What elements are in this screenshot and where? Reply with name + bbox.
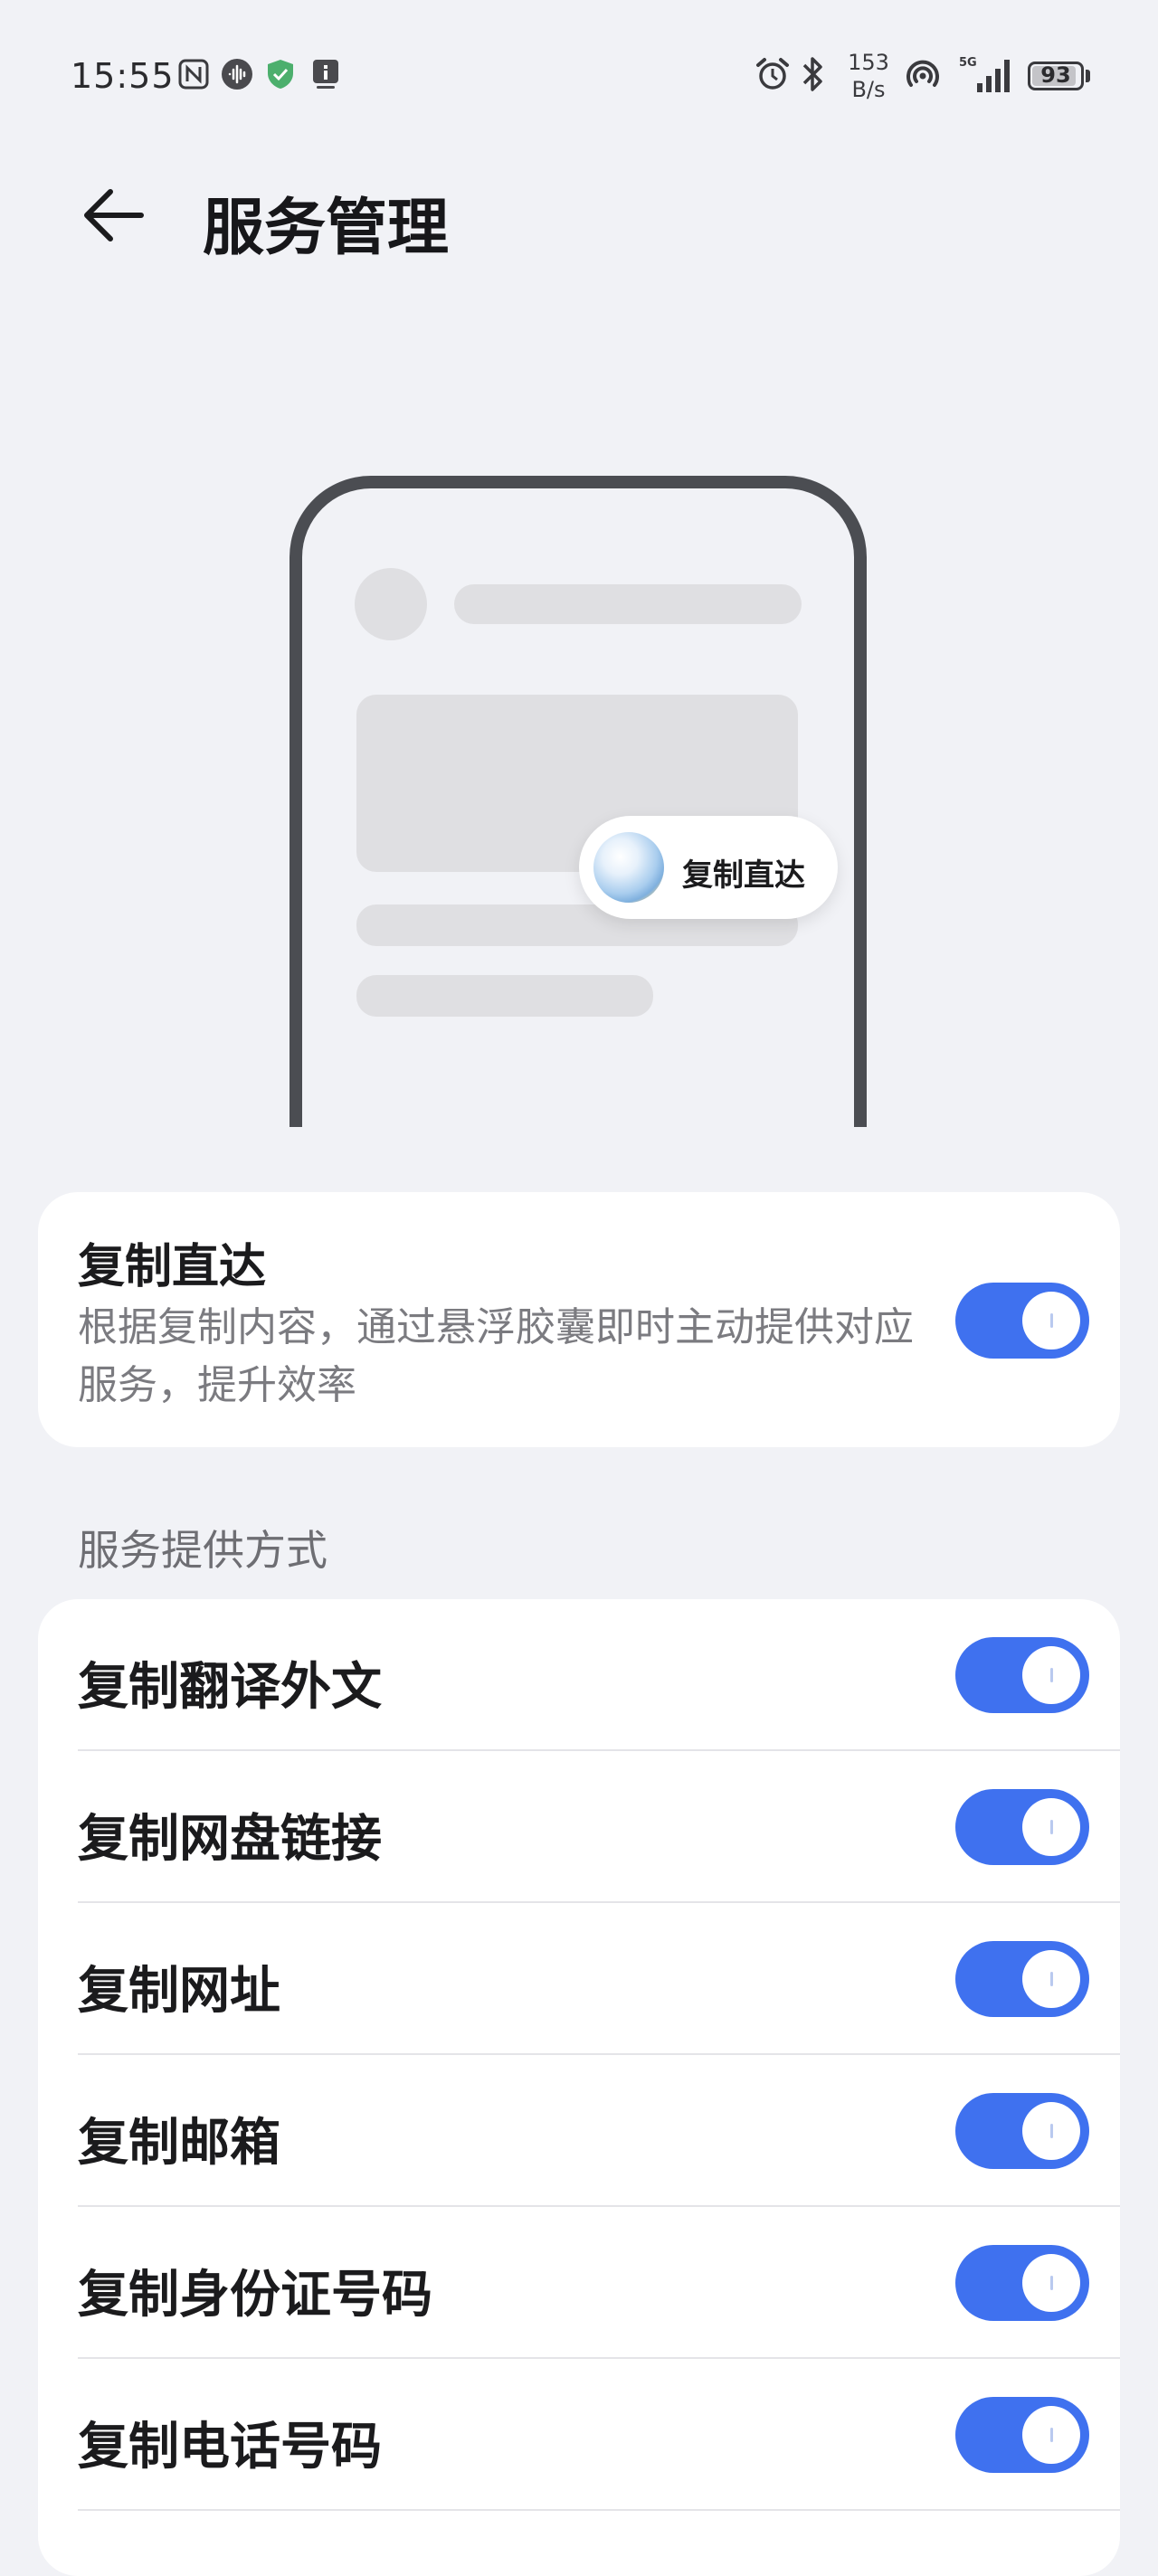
option-row-email[interactable]: 复制邮箱	[38, 2055, 1120, 2207]
toggle-knob	[1022, 2102, 1080, 2160]
page-title: 服务管理	[203, 193, 450, 264]
feature-illustration: 复制直达	[0, 452, 1158, 1127]
option-toggle-cloud-link[interactable]	[955, 1789, 1089, 1865]
toggle-tick	[1050, 1313, 1053, 1328]
back-arrow-icon[interactable]	[78, 179, 150, 251]
network-speed-value: 153	[848, 50, 889, 75]
option-label: 复制邮箱	[78, 2114, 280, 2173]
network-type-label: 5G	[959, 56, 977, 70]
option-row-cloud-link[interactable]: 复制网盘链接	[38, 1751, 1120, 1903]
option-label: 复制网址	[78, 1962, 280, 2021]
option-label: 复制身份证号码	[78, 2266, 432, 2325]
main-setting-card: 复制直达 根据复制内容，通过悬浮胶囊即时主动提供对应服务，提升效率	[38, 1192, 1120, 1447]
toggle-tick	[1050, 2124, 1053, 2138]
toggle-knob	[1022, 1950, 1080, 2008]
section-label: 服务提供方式	[78, 1526, 327, 1575]
network-speed: 153 B/s	[841, 49, 896, 103]
divider	[78, 2509, 1120, 2511]
status-bar: 15:55 153 B/s 5G 93	[0, 0, 1158, 154]
bluetooth-icon	[802, 57, 822, 91]
notification-icon	[313, 60, 338, 89]
battery-icon: 93	[1028, 62, 1084, 90]
toggle-knob	[1022, 1292, 1080, 1350]
option-row-url[interactable]: 复制网址	[38, 1903, 1120, 2055]
option-label: 复制电话号码	[78, 2418, 382, 2477]
placeholder-line	[356, 975, 653, 1017]
capsule-label: 复制直达	[682, 857, 805, 894]
option-toggle-translate[interactable]	[955, 1637, 1089, 1713]
main-setting-toggle[interactable]	[955, 1283, 1089, 1359]
option-toggle-phone-number[interactable]	[955, 2397, 1089, 2473]
toggle-tick	[1050, 2276, 1053, 2290]
option-label: 复制翻译外文	[78, 1658, 382, 1717]
bubble-icon	[593, 832, 664, 903]
option-row-translate[interactable]: 复制翻译外文	[38, 1599, 1120, 1751]
placeholder-line	[454, 584, 802, 624]
toggle-knob	[1022, 1798, 1080, 1856]
placeholder-avatar	[355, 568, 427, 640]
option-toggle-id-number[interactable]	[955, 2245, 1089, 2321]
shield-check-icon	[268, 60, 293, 89]
signal-icon: 5G	[959, 56, 1010, 92]
main-setting-description: 根据复制内容，通过悬浮胶囊即时主动提供对应服务，提升效率	[78, 1304, 914, 1408]
option-label: 复制网盘链接	[78, 1810, 382, 1869]
network-speed-unit: B/s	[851, 77, 886, 102]
options-card: 复制翻译外文 复制网盘链接 复制网址 复制邮箱 复制身份证号码 复制电话号码	[38, 1599, 1120, 2576]
battery-cap	[1086, 70, 1090, 82]
nfc-icon	[178, 59, 209, 90]
option-row-phone-number[interactable]: 复制电话号码	[38, 2359, 1120, 2511]
main-setting-title: 复制直达	[78, 1240, 267, 1294]
battery-level: 93	[1040, 62, 1071, 88]
floating-capsule: 复制直达	[579, 816, 838, 919]
toggle-tick	[1050, 2428, 1053, 2442]
toggle-tick	[1050, 1668, 1053, 1682]
toggle-knob	[1022, 2254, 1080, 2312]
option-row-id-number[interactable]: 复制身份证号码	[38, 2207, 1120, 2359]
toggle-knob	[1022, 1646, 1080, 1704]
toggle-tick	[1050, 1820, 1053, 1834]
alarm-icon	[756, 58, 789, 90]
option-toggle-email[interactable]	[955, 2093, 1089, 2169]
option-toggle-url[interactable]	[955, 1941, 1089, 2017]
hotspot-icon	[906, 60, 939, 87]
status-time: 15:55	[71, 56, 175, 96]
toggle-tick	[1050, 1972, 1053, 1986]
voice-wave-icon	[222, 59, 252, 90]
toggle-knob	[1022, 2406, 1080, 2464]
